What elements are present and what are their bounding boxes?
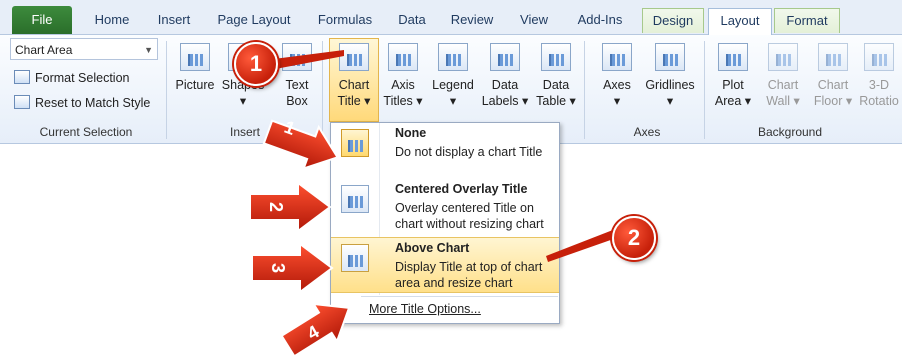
annotation-arrows: 1 2 3 4 [249,50,622,358]
arrow-2 [249,181,332,233]
arrow-3-label: 3 [268,263,288,273]
callout-2-badge: 2 [612,216,656,260]
callout-1-badge: 1 [234,42,278,86]
arrow-4 [280,302,351,358]
callout-2-pointer [546,228,622,262]
arrow-3 [251,242,334,294]
arrow-1 [262,119,340,170]
arrow-2-label: 2 [266,202,286,212]
